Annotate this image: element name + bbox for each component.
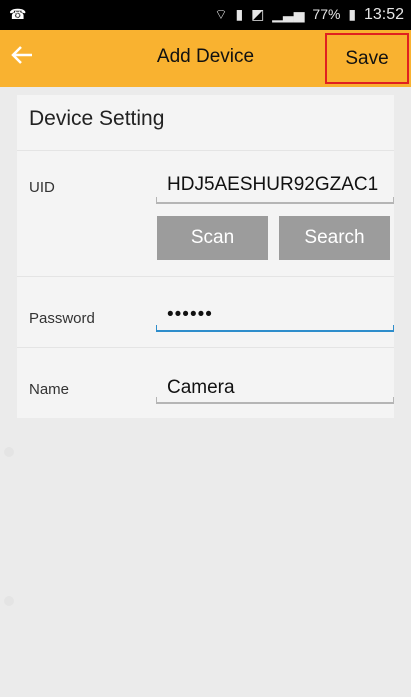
password-tick-left: [156, 325, 157, 331]
divider: [17, 276, 394, 277]
save-button[interactable]: Save: [325, 33, 409, 84]
divider: [17, 347, 394, 348]
status-icons: ⌔ ▮ ◩ ▁▃▅ 77% ▮ 13:52: [210, 6, 404, 24]
notification-icon: ☎: [9, 6, 27, 22]
divider: [17, 150, 394, 151]
password-underline: [156, 330, 394, 332]
password-tick-right: [393, 325, 394, 331]
password-input[interactable]: ••••••: [167, 304, 213, 326]
wifi-icon: ⌔: [214, 6, 228, 22]
password-label: Password: [29, 310, 95, 327]
status-bar: ☎ ⌔ ▮ ◩ ▁▃▅ 77% ▮ 13:52: [0, 0, 411, 30]
clock: 13:52: [363, 6, 404, 23]
battery-icon: ▮: [348, 6, 357, 22]
name-underline: [156, 402, 394, 404]
uid-input[interactable]: HDJ5AESHUR92GZAC1: [167, 174, 378, 196]
uid-tick-right: [393, 197, 394, 203]
section-title: Device Setting: [29, 107, 165, 130]
uid-underline: [156, 202, 394, 204]
app-bar: Add Device Save: [0, 30, 411, 87]
search-button[interactable]: Search: [279, 216, 390, 260]
name-tick-right: [393, 397, 394, 403]
scan-button[interactable]: Scan: [157, 216, 268, 260]
decorative-dot: [4, 447, 14, 457]
sim-icon: ▮: [235, 6, 244, 22]
decorative-dot: [4, 596, 14, 606]
battery-percent: 77%: [312, 6, 341, 22]
name-input[interactable]: Camera: [167, 377, 235, 399]
uid-tick-left: [156, 197, 157, 203]
device-setting-card: Device Setting UID HDJ5AESHUR92GZAC1 Sca…: [17, 95, 394, 418]
name-tick-left: [156, 397, 157, 403]
uid-label: UID: [29, 179, 55, 196]
data-icon: ◩: [251, 6, 265, 22]
name-label: Name: [29, 381, 70, 398]
signal-icon: ▁▃▅: [272, 6, 305, 22]
